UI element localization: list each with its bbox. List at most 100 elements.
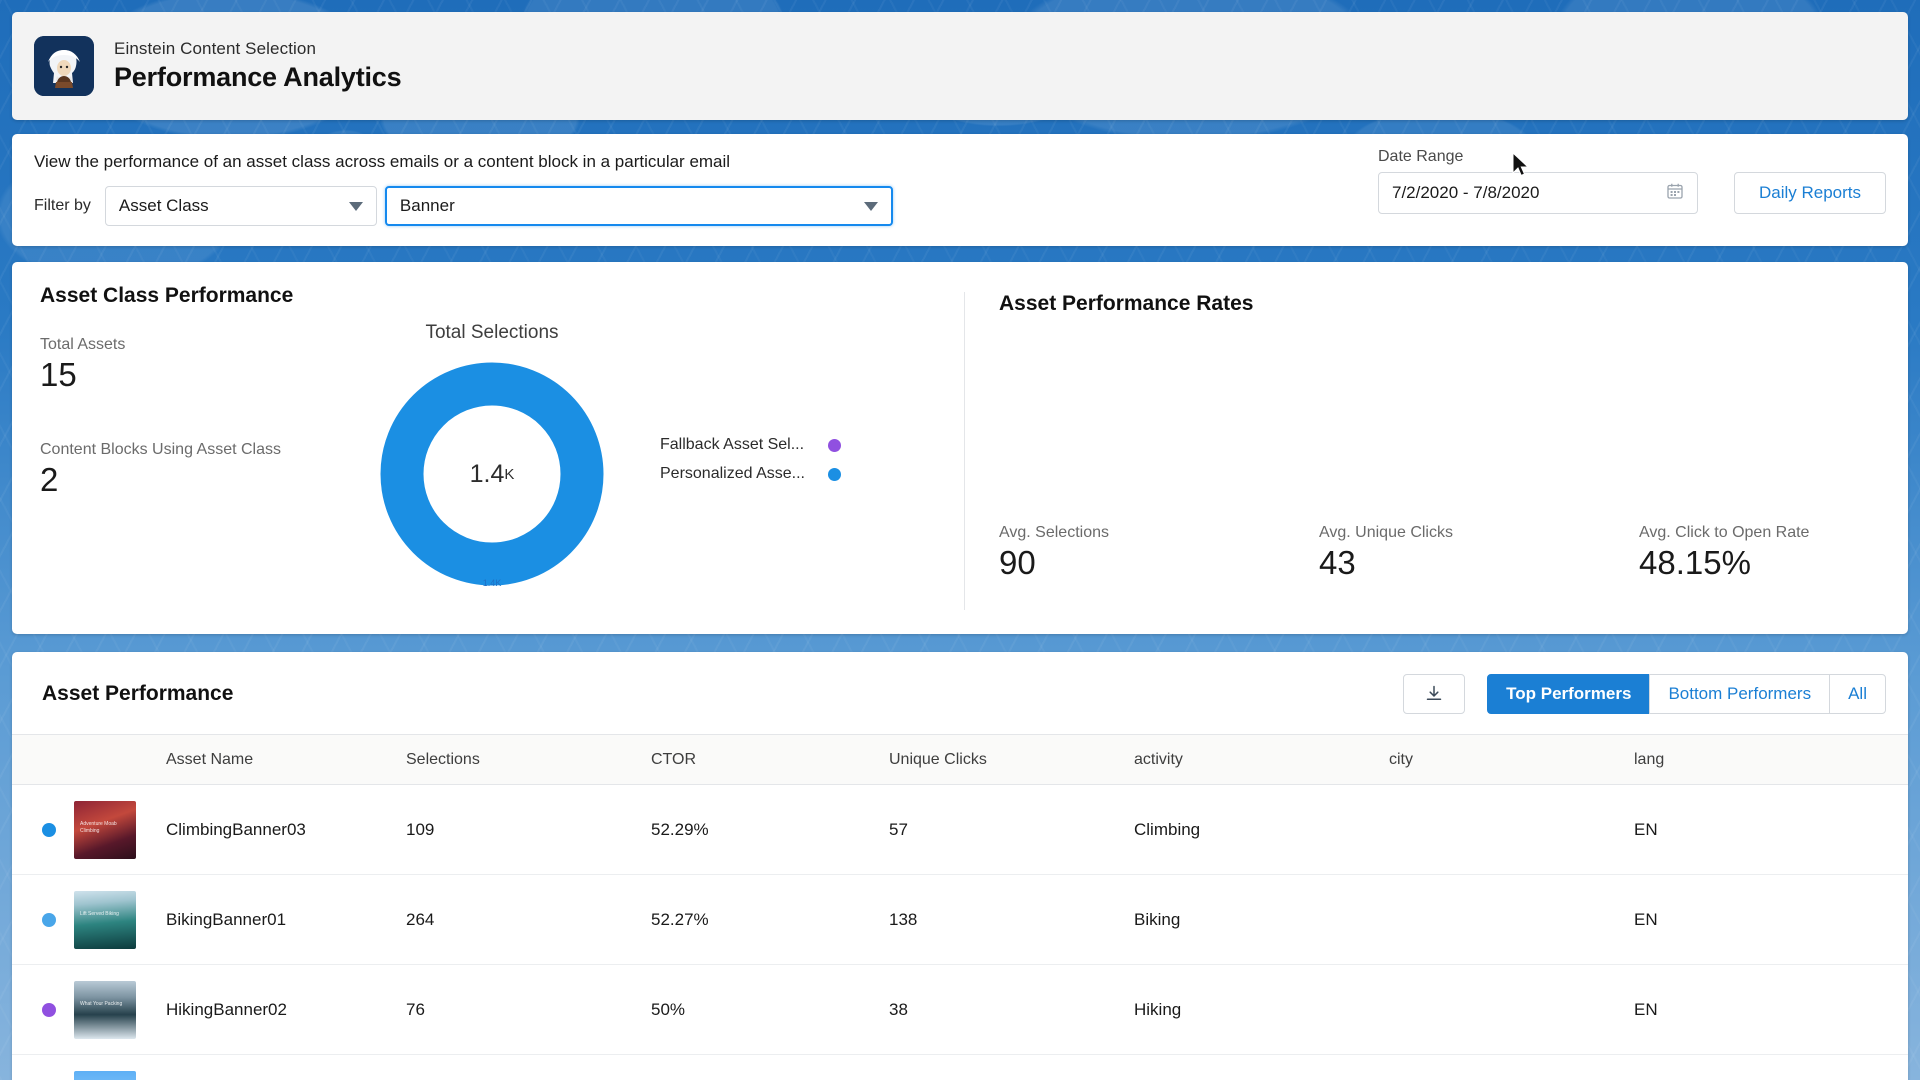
segment-all[interactable]: All — [1829, 674, 1886, 714]
table-row[interactable] — [12, 1055, 1908, 1080]
chevron-down-icon — [348, 201, 363, 211]
mouse-cursor — [1512, 152, 1530, 177]
avg-unique-clicks-value: 43 — [1319, 544, 1356, 581]
einstein-avatar-icon — [34, 36, 94, 96]
table-row[interactable]: Adventure Moab Climbing ClimbingBanner03… — [12, 785, 1908, 875]
asset-class-select-value: Asset Class — [118, 196, 209, 215]
cell-lang: EN — [1634, 999, 1658, 1019]
avg-unique-clicks-label: Avg. Unique Clicks — [1319, 524, 1453, 541]
row-thumbnail-cell: What Your Packing — [74, 965, 166, 1055]
asset-performance-rates-panel: Asset Performance Rates Avg. Selections … — [964, 292, 1908, 610]
cell-ctor: 50% — [651, 999, 686, 1019]
asset-class-select[interactable]: Asset Class — [104, 186, 377, 226]
col-city[interactable]: city — [1389, 735, 1634, 785]
row-status-cell — [12, 1055, 74, 1080]
total-selections-chart: Total Selections 1.4 K 1.4K — [342, 322, 642, 594]
sky-thumbnail — [74, 1070, 136, 1080]
cell-unique-clicks — [889, 1055, 1134, 1080]
cell-asset-name — [166, 1055, 406, 1080]
col-unique-clicks[interactable]: Unique Clicks — [889, 735, 1134, 785]
legend-label-personalized: Personalized Asse... — [660, 465, 805, 482]
col-selections[interactable]: Selections — [406, 735, 651, 785]
segment-bottom-performers[interactable]: Bottom Performers — [1649, 674, 1831, 714]
cell-unique-clicks: 57 — [889, 819, 908, 839]
row-thumbnail-cell — [74, 1055, 166, 1080]
legend-swatch-personalized — [828, 467, 841, 481]
cell-selections: 264 — [406, 909, 435, 929]
total-assets-label: Total Assets — [40, 336, 126, 353]
thumbnail-caption: What Your Packing — [80, 1000, 123, 1007]
thumbnail-caption: Adventure Moab Climbing — [80, 820, 117, 834]
col-lang[interactable]: lang — [1634, 735, 1908, 785]
calendar-icon[interactable] — [1666, 182, 1684, 205]
asset-performance-table-card: Asset Performance Top Performers Bottom … — [12, 652, 1908, 1080]
avg-click-to-open-rate-value: 48.15% — [1639, 544, 1751, 581]
asset-class-performance-title: Asset Class Performance — [40, 284, 294, 307]
climbing-thumbnail: Adventure Moab Climbing — [74, 800, 136, 859]
cell-activity — [1134, 1055, 1389, 1080]
cell-selections: 109 — [406, 819, 435, 839]
donut-legend: Fallback Asset Sel... Personalized Asse.… — [660, 436, 841, 494]
avg-selections-value: 90 — [999, 544, 1036, 581]
legend-item-fallback[interactable]: Fallback Asset Sel... — [660, 436, 841, 454]
row-status-cell — [12, 875, 74, 965]
chevron-down-icon — [863, 201, 878, 211]
status-dot-icon — [42, 822, 56, 837]
performance-filter-segmented-control: Top Performers Bottom Performers All — [1487, 674, 1886, 714]
content-blocks-stat: Content Blocks Using Asset Class 2 — [40, 441, 281, 501]
row-status-cell — [12, 785, 74, 875]
date-range-group: Date Range 7/2/2020 - 7/8/2020 Daily Rep… — [1378, 148, 1886, 214]
legend-label-fallback: Fallback Asset Sel... — [660, 436, 805, 453]
row-thumbnail-cell: Adventure Moab Climbing — [74, 785, 166, 875]
status-dot-icon — [42, 1002, 56, 1017]
donut-center-unit: K — [504, 465, 515, 483]
filter-bar: View the performance of an asset class a… — [12, 134, 1908, 246]
col-asset-name[interactable]: Asset Name — [166, 735, 406, 785]
content-blocks-label: Content Blocks Using Asset Class — [40, 441, 281, 458]
date-range-input[interactable]: 7/2/2020 - 7/8/2020 — [1378, 172, 1698, 214]
legend-item-personalized[interactable]: Personalized Asse... — [660, 465, 841, 483]
table-header-row: Asset Name Selections CTOR Unique Clicks… — [12, 734, 1908, 785]
avg-click-to-open-rate-stat: Avg. Click to Open Rate 48.15% — [1639, 524, 1920, 584]
cell-unique-clicks: 138 — [889, 909, 918, 929]
table-row[interactable]: Lift Served Biking BikingBanner01 264 52… — [12, 875, 1908, 965]
daily-reports-button[interactable]: Daily Reports — [1734, 172, 1886, 214]
cell-ctor: 52.27% — [651, 909, 709, 929]
banner-select[interactable]: Banner — [384, 186, 893, 226]
total-selections-caption: Total Selections — [425, 322, 559, 343]
col-activity[interactable]: activity — [1134, 735, 1389, 785]
cell-lang: EN — [1634, 819, 1658, 839]
avg-selections-label: Avg. Selections — [999, 524, 1109, 541]
asset-performance-title: Asset Performance — [42, 682, 234, 705]
donut-data-label: 1.4K — [482, 578, 502, 588]
cell-activity: Climbing — [1134, 819, 1201, 839]
col-ctor[interactable]: CTOR — [651, 735, 889, 785]
row-status-cell — [12, 965, 74, 1055]
asset-performance-table: Asset Name Selections CTOR Unique Clicks… — [12, 734, 1908, 1080]
download-button[interactable] — [1403, 674, 1466, 714]
donut-center-value: 1.4 — [469, 459, 505, 488]
donut-chart[interactable]: 1.4 K 1.4K — [372, 354, 612, 594]
cell-city — [1389, 1055, 1634, 1080]
download-icon — [1426, 685, 1442, 700]
asset-performance-rates-title: Asset Performance Rates — [999, 292, 1254, 315]
table-header: Asset Name Selections CTOR Unique Clicks… — [12, 734, 1908, 785]
cell-activity: Hiking — [1134, 999, 1182, 1019]
date-range-label: Date Range — [1378, 148, 1464, 165]
cell-activity: Biking — [1134, 909, 1181, 929]
cell-ctor — [651, 1055, 889, 1080]
donut-center-label: 1.4 K — [372, 354, 612, 594]
filter-by-label: Filter by — [34, 197, 91, 214]
metrics-panel: Asset Class Performance Total Assets 15 … — [12, 262, 1908, 634]
thumbnail-caption: Lift Served Biking — [80, 910, 119, 917]
segment-top-performers[interactable]: Top Performers — [1487, 674, 1651, 714]
cell-ctor: 52.29% — [651, 819, 709, 839]
app-eyebrow: Einstein Content Selection — [114, 39, 317, 58]
table-action-group: Top Performers Bottom Performers All — [1403, 674, 1886, 714]
cell-lang — [1634, 1055, 1908, 1080]
cell-unique-clicks: 38 — [889, 999, 908, 1019]
total-assets-stat: Total Assets 15 — [40, 336, 125, 396]
table-row[interactable]: What Your Packing HikingBanner02 76 50% … — [12, 965, 1908, 1055]
row-thumbnail-cell: Lift Served Biking — [74, 875, 166, 965]
status-dot-icon — [42, 912, 56, 927]
